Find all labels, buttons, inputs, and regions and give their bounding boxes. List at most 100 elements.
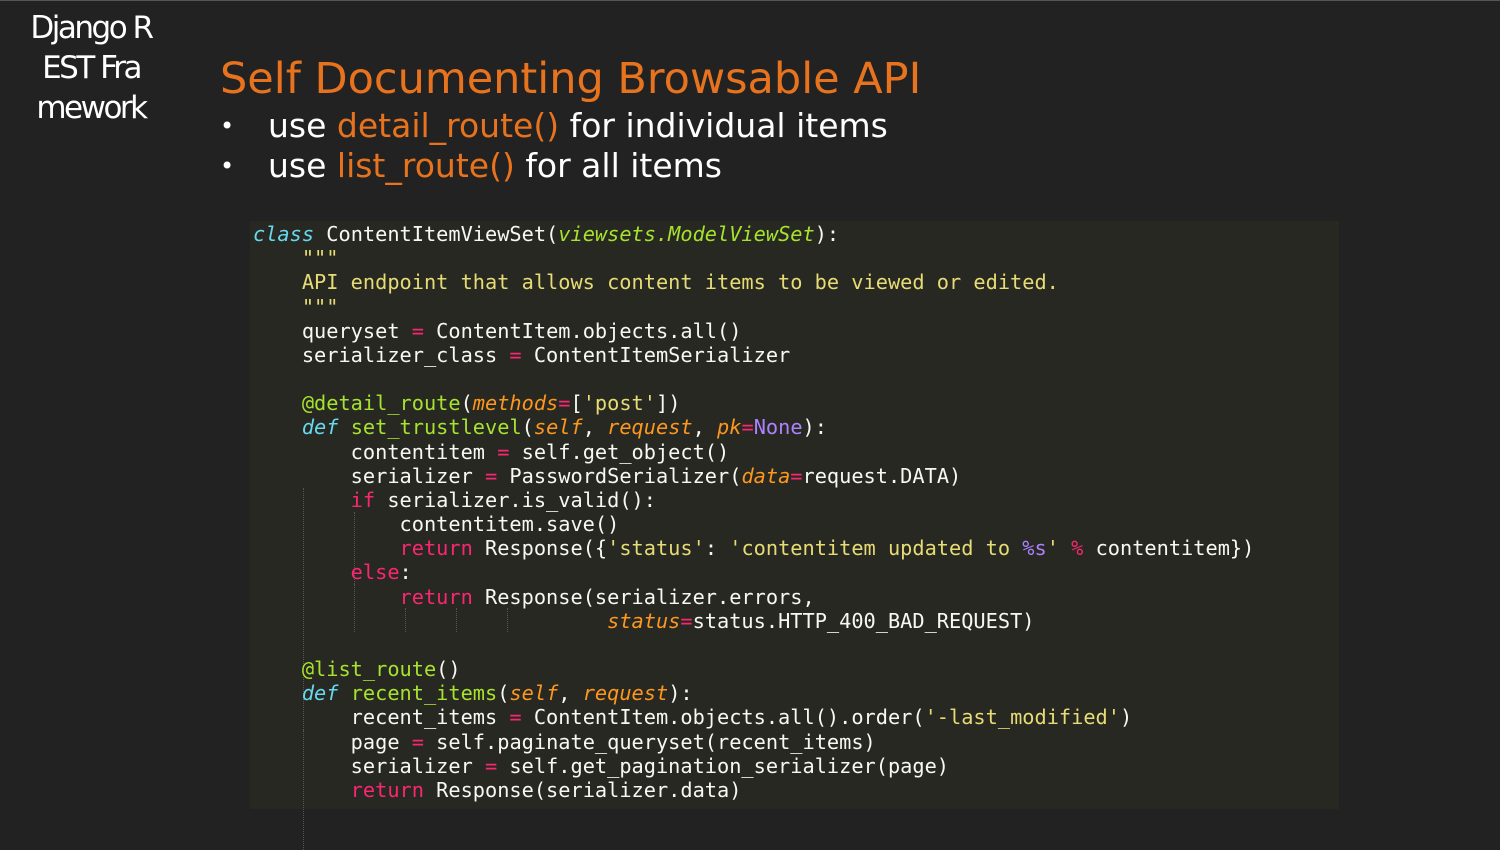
code-token: contentitem}) [1083,536,1255,561]
code-token: = [411,318,424,343]
code-token: %s [1022,536,1047,561]
code-token: def [253,681,339,706]
code-line: status=status.HTTP_400_BAD_REQUEST) [253,609,1254,633]
code-token: = [411,729,424,754]
code-token: self [533,415,583,440]
code-token: class [253,222,315,246]
code-token: ContentItem.objects.all().order( [521,705,925,730]
code-token: recent_items [350,681,498,706]
code-line: queryset = ContentItem.objects.all() [253,319,1254,343]
code-token: = [790,463,803,488]
code-token: 'contentitem updated to [729,536,1023,561]
code-token: def [253,415,339,440]
code-token: 'status' [607,536,705,561]
code-token: request [607,415,693,440]
code-line: page = self.paginate_queryset(recent_ite… [253,730,1254,754]
code-token: '-last_modified' [924,705,1120,730]
code-line: serializer_class = ContentItemSerializer [253,343,1254,367]
bullet-icon: • [220,152,235,180]
code-token: ContentItemSerializer [521,342,791,367]
code-line: serializer = PasswordSerializer(data=req… [253,464,1254,488]
sidebar-title: Django REST Framework [30,10,154,126]
code-token: recent_items [253,705,510,730]
code-token: , [558,681,583,706]
code-token: self.paginate_queryset(recent_items) [423,729,876,754]
slide-title: Self Documenting Browsable API [220,54,922,104]
code-token: = [485,753,498,778]
code-token: ): [668,681,693,706]
bullet-text-post: for all items [514,146,722,185]
code-token: ) [1119,705,1133,730]
code-token: self.get_pagination_serializer(page) [497,753,950,778]
code-token: page [253,729,412,754]
code-token: Response({ [472,536,608,561]
code-token: """ [253,246,339,271]
code-token: = [680,608,693,633]
code-token: status.HTTP_400_BAD_REQUEST) [692,608,1035,633]
code-token: serializer.is_valid(): [375,487,656,512]
code-token: ContentItem.objects.all() [423,318,742,343]
code-token: set_trustlevel [350,415,522,440]
bullet-highlight: detail_route() [336,106,560,145]
top-border [0,0,1500,1]
code-token: None [753,415,803,440]
code-block: class ContentItemViewSet(viewsets.ModelV… [250,221,1339,850]
code-line: return Response(serializer.errors, [253,585,1254,609]
code-token: ]) [655,391,681,416]
code-token: Response(serializer.errors, [472,584,815,609]
code-token: , [692,415,718,440]
code-line: def set_trustlevel(self, request, pk=Non… [253,415,1254,439]
code-token: PasswordSerializer( [497,463,742,488]
code-line: @list_route() [253,657,1254,681]
code-line: serializer = self.get_pagination_seriali… [253,754,1254,778]
code-token: viewsets.ModelViewSet [558,222,815,246]
code-token: : [399,560,412,585]
code-token: 'post' [582,391,656,416]
code-token: : [704,536,730,561]
bullet-text-post: for individual items [559,106,888,145]
code-token: queryset [253,318,412,343]
code-token: % [1071,536,1084,561]
code-line: API endpoint that allows content items t… [253,270,1254,294]
code-text: class ContentItemViewSet(viewsets.ModelV… [253,222,1254,802]
code-token: else [253,560,400,585]
code-line: recent_items = ContentItem.objects.all()… [253,705,1254,729]
code-line: class ContentItemViewSet(viewsets.ModelV… [253,222,1254,246]
code-token: pk [717,415,742,440]
code-token: ( [497,681,510,706]
code-token: contentitem.save() [253,512,620,537]
code-token: data [741,463,791,488]
code-token: self.get_object() [509,439,730,464]
code-token: if [253,487,376,512]
code-token: status [607,608,681,633]
bullet-item-list-route: • use list_route() for all items [220,146,888,186]
code-line: return Response(serializer.data) [253,778,1254,802]
code-token: @list_route [253,657,437,682]
code-line: if serializer.is_valid(): [253,488,1254,512]
code-token: API endpoint that allows content items t… [253,270,1059,295]
code-token: , [582,415,608,440]
bullet-item-detail-route: • use detail_route() for individual items [220,106,888,146]
bullet-highlight: list_route() [336,146,515,185]
code-token: return [253,584,473,609]
code-token: = [497,439,510,464]
code-token: @detail_route [253,391,461,416]
code-token: request [582,681,669,706]
code-line: return Response({'status': 'contentitem … [253,536,1255,561]
code-token: Response(serializer.data) [423,777,742,802]
code-token: ' [1046,536,1059,561]
code-token: [ [570,391,583,416]
code-token: """ [253,294,339,319]
code-line: def recent_items(self, request): [253,681,1254,705]
code-token: serializer_class [253,342,510,367]
code-token: methods [472,391,559,416]
code-token: ): [814,222,840,246]
code-line: """ [253,295,1254,319]
code-token: = [741,415,754,440]
code-token: ContentItemViewSet( [314,222,559,246]
code-token: serializer [253,753,485,778]
